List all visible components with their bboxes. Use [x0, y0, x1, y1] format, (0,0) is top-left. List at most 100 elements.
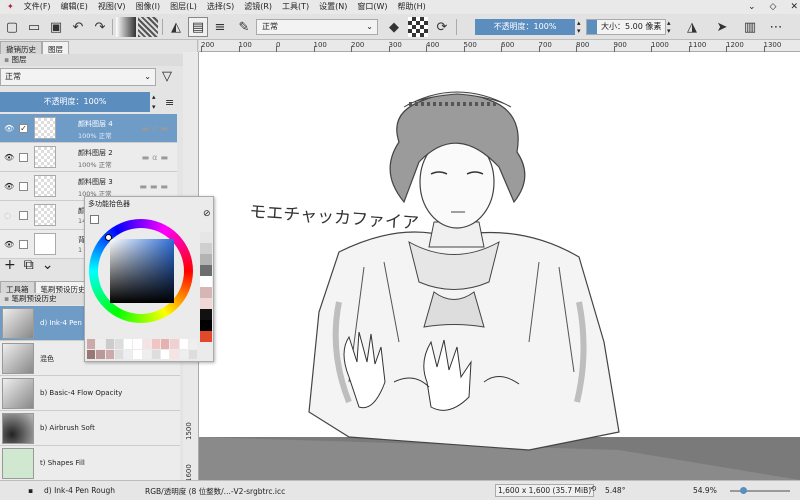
layer-lock-icon[interactable]: ▬▬▬: [139, 182, 171, 191]
chevron-down-icon[interactable]: ⌄: [42, 257, 54, 273]
size-stepper[interactable]: ▴ ▾: [667, 19, 675, 35]
add-layer-icon[interactable]: +: [4, 257, 16, 273]
layer-opacity-stepper[interactable]: ▴ ▾: [152, 92, 156, 112]
hidden-eye-icon[interactable]: ◌: [4, 211, 11, 220]
ruler-tick: 700: [538, 41, 552, 49]
layer-opacity-label: 不透明度：100%: [43, 97, 107, 106]
main-toolbar: ▢ ▭ ▣ ↶ ↷ ◭ ▤ ≡ ✎ 正常 ⌄ ◆ ⟳ 不透明度：100% ▴ ▾ …: [0, 14, 800, 40]
menu-filter[interactable]: 滤镜(R): [239, 0, 277, 14]
menu-view[interactable]: 视图(V): [93, 0, 131, 14]
restore-icon[interactable]: ◇: [770, 2, 777, 12]
opacity-slider[interactable]: 不透明度：100%: [475, 19, 575, 35]
brush-item[interactable]: b) Airbrush Soft: [0, 411, 180, 446]
status-colorspace: RGB/透明度 (8 位整数/...-V2-srgbtrc.icc: [145, 487, 286, 496]
layer-checkbox[interactable]: [19, 182, 28, 191]
blend-mode-value: 正常: [262, 22, 278, 31]
brush-editor-icon[interactable]: ≡: [210, 17, 230, 37]
color-settings-icon[interactable]: [90, 215, 99, 224]
layer-info: 100% 正常: [78, 161, 112, 169]
drawing-canvas[interactable]: モエチャッカファイア: [199, 52, 800, 480]
layer-row[interactable]: 👁 ✓ 颜料图层 4 100% 正常 ▬α▬: [0, 114, 177, 143]
zoom-slider[interactable]: [730, 487, 790, 494]
mirror-canvas-icon[interactable]: ◮: [682, 17, 702, 37]
recent-colors-column[interactable]: [200, 232, 212, 342]
brush-thumbnail: [2, 413, 34, 444]
color-picker-handle[interactable]: [105, 234, 112, 241]
save-icon[interactable]: ▣: [46, 17, 66, 37]
layer-lock-icon[interactable]: ▬α▬: [142, 153, 171, 162]
minimize-icon[interactable]: ⌄: [748, 2, 756, 12]
ruler-tick: 400: [426, 41, 440, 49]
eye-icon[interactable]: 👁: [4, 240, 14, 249]
eraser-icon[interactable]: ◆: [384, 17, 404, 37]
menu-layer[interactable]: 图层(L): [165, 0, 202, 14]
alpha-lock-icon[interactable]: [408, 17, 428, 37]
menu-settings[interactable]: 设置(N): [314, 0, 352, 14]
brush-item[interactable]: b) Basic-4 Flow Opacity: [0, 376, 180, 411]
menu-help[interactable]: 帮助(H): [393, 0, 431, 14]
pattern-selector-icon[interactable]: [138, 17, 158, 37]
close-icon[interactable]: ✕: [790, 2, 798, 12]
layer-row[interactable]: 👁 颜料图层 2 100% 正常 ▬α▬: [0, 143, 177, 172]
brush-name: t) Shapes Fill: [40, 459, 85, 467]
mirror-tool-icon[interactable]: ➤: [712, 17, 732, 37]
layer-checkbox[interactable]: [19, 153, 28, 162]
workspace-icon[interactable]: ▥: [740, 17, 760, 37]
chevron-down-icon: ⌄: [366, 22, 373, 31]
new-document-icon[interactable]: ▢: [2, 17, 22, 37]
layer-blend-mode-select[interactable]: 正常 ⌄: [0, 68, 156, 86]
ruler-tick: 600: [501, 41, 515, 49]
mirror-horizontal-icon[interactable]: ◭: [166, 17, 186, 37]
eye-icon[interactable]: 👁: [4, 124, 14, 133]
layer-actions: + ⧉ ⌄: [0, 254, 90, 276]
redo-icon[interactable]: ↷: [90, 17, 110, 37]
menu-select[interactable]: 选择(S): [202, 0, 239, 14]
layer-checkbox[interactable]: ✓: [19, 124, 28, 133]
undo-icon[interactable]: ↶: [68, 17, 88, 37]
reload-preset-icon[interactable]: ⟳: [432, 17, 452, 37]
layers-panel-header: ▪ 图层: [0, 54, 198, 66]
layers-icon: ▪: [4, 55, 10, 64]
rotation-icon[interactable]: ⟲: [590, 484, 596, 493]
brush-preset-icon[interactable]: ✎: [234, 17, 254, 37]
more-options-icon[interactable]: ⋯: [766, 17, 786, 37]
ruler-tick: 300: [388, 41, 402, 49]
brush-item[interactable]: t) Shapes Fill: [0, 446, 180, 481]
open-document-icon[interactable]: ▭: [24, 17, 44, 37]
menu-edit[interactable]: 编辑(E): [56, 0, 93, 14]
ruler-tick: 1500: [185, 422, 193, 440]
saturation-value-square[interactable]: [110, 239, 174, 303]
layer-info: 1: [78, 246, 83, 254]
duplicate-layer-icon[interactable]: ⧉: [24, 257, 34, 273]
layer-lock-icon[interactable]: ▬α▬: [142, 124, 171, 133]
ruler-tick: 500: [463, 41, 477, 49]
menu-window[interactable]: 窗口(W): [352, 0, 392, 14]
layer-checkbox[interactable]: [19, 240, 28, 249]
menu-icon[interactable]: ≡: [165, 96, 174, 109]
brush-settings-icon[interactable]: ▤: [188, 17, 208, 37]
menu-file[interactable]: 文件(F): [19, 0, 56, 14]
chevron-down-icon: ⌄: [144, 72, 151, 81]
ruler-tick: 900: [613, 41, 627, 49]
maid-illustration: モエチャッカファイア: [199, 91, 800, 480]
layer-opacity-slider[interactable]: 不透明度：100%: [0, 92, 150, 112]
ruler-tick: 1200: [726, 41, 744, 49]
color-history-swatches[interactable]: [87, 339, 197, 359]
layer-thumbnail: [34, 233, 56, 255]
ruler-tick: 1100: [688, 41, 707, 49]
brush-panel-icon: ▪: [4, 294, 10, 303]
size-slider[interactable]: 大小：5.00 像素: [586, 19, 666, 35]
no-color-icon[interactable]: ⊘: [203, 209, 211, 219]
blend-mode-select[interactable]: 正常 ⌄: [256, 19, 378, 35]
filter-icon[interactable]: ▽: [162, 69, 172, 84]
eye-icon[interactable]: 👁: [4, 182, 14, 191]
opacity-stepper[interactable]: ▴ ▾: [577, 19, 585, 35]
layers-header-title: 图层: [11, 55, 27, 64]
menu-image[interactable]: 图像(I): [131, 0, 166, 14]
eye-icon[interactable]: 👁: [4, 153, 14, 162]
brush-name: b) Airbrush Soft: [40, 424, 95, 432]
gradient-selector-icon[interactable]: [116, 17, 136, 37]
layer-checkbox[interactable]: [19, 211, 28, 220]
menu-tools[interactable]: 工具(T): [277, 0, 314, 14]
layer-thumbnail: [34, 117, 56, 139]
